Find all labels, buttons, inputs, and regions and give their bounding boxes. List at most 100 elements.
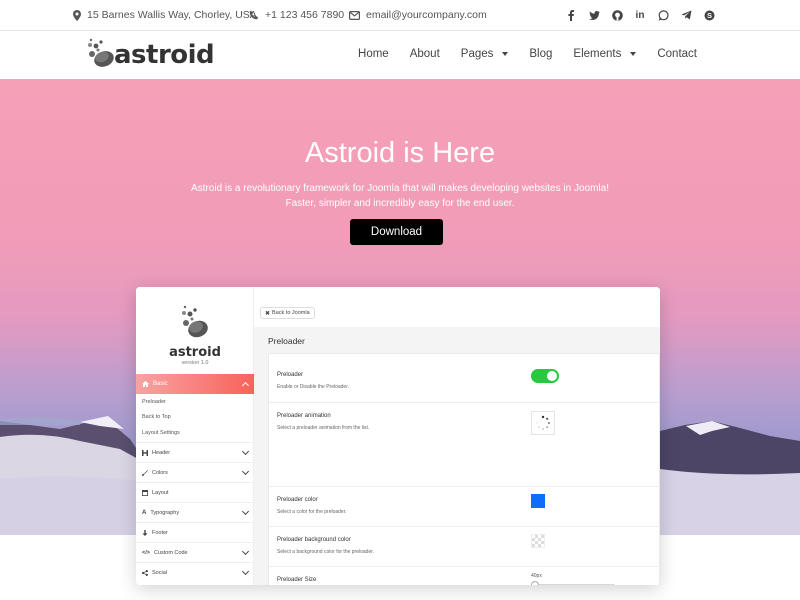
sidebar-item-label: Custom Code [153,549,188,556]
sidebar-item-footer[interactable]: Footer [136,522,254,542]
option-label: Preloader Size [277,577,317,583]
sidebar-subitem-preloader[interactable]: Preloader [142,399,166,405]
email-text: email@yourcompany.com [366,9,487,21]
phone[interactable]: +1 123 456 7890 [249,9,344,21]
size-value: 40px [531,573,542,579]
preloader-color-swatch[interactable] [531,494,545,508]
close-icon: ✖ [265,310,271,317]
option-label: Preloader background color [277,537,351,543]
option-preloader-size: Preloader Size 40px [269,566,660,585]
spinner-icon [536,415,550,430]
option-desc: Select a color for the preloader. [277,509,347,515]
nav-label: Elements [573,48,622,60]
admin-version: version 1.0 [181,360,209,366]
option-preloader: Preloader Enable or Disable the Preloade… [269,354,660,390]
size-slider-handle[interactable] [531,581,539,585]
whatsapp-icon[interactable] [656,8,670,22]
sidebar-item-typography[interactable]: A Typography [136,502,254,522]
linkedin-icon[interactable]: in [633,8,647,22]
svg-text:S: S [706,11,711,20]
size-slider[interactable] [531,584,615,585]
option-preloader-animation: Preloader animation Select a preloader a… [269,402,660,446]
site-header: astroid Home About Pages Blog Elements C… [0,31,800,79]
chevron-up-icon [241,381,250,390]
chevron-down-icon [241,507,250,516]
brush-icon [142,469,148,476]
settings-card: Preloader Enable or Disable the Preloade… [268,353,660,585]
sidebar-item-custom-code[interactable]: </> Custom Code [136,542,254,562]
asteroid-logo-icon [182,305,208,338]
envelope-icon [349,10,360,20]
sidebar-subitem-back-to-top[interactable]: Back to Top [142,414,171,420]
nav-label: Home [358,48,389,60]
nav-label: Pages [460,48,494,60]
font-icon: A [142,509,147,516]
sidebar-item-basic[interactable]: Basic [136,374,254,394]
admin-logo: astroid version 1.0 [136,305,254,366]
sidebar-item-label: Header [152,449,171,456]
sidebar-item-label: Basic [153,381,168,387]
github-icon[interactable] [610,8,624,22]
section-title: Preloader [268,336,305,346]
twitter-icon[interactable] [587,8,601,22]
chevron-down-icon [241,547,250,556]
nav-item-contact[interactable]: Contact [657,48,697,60]
nav-item-pages[interactable]: Pages [461,48,509,60]
preloader-toggle[interactable] [531,369,559,383]
phone-icon [249,10,258,20]
main-nav: Home About Pages Blog Elements Contact [337,48,697,60]
phone-text: +1 123 456 7890 [265,9,345,21]
option-label: Preloader [277,372,304,378]
caret-down-icon [502,52,509,56]
animation-select[interactable] [531,411,555,435]
admin-logo-name: astroid [169,345,221,360]
code-icon: </> [142,549,150,556]
chevron-down-icon [241,447,250,456]
sidebar-item-label: Colors [152,469,168,476]
sidebar-item-label: Social [152,569,167,576]
option-label: Preloader color [277,497,318,503]
logo-text: astroid [114,40,215,70]
admin-sidebar: astroid version 1.0 Basic Preloader Back… [136,287,254,585]
arrow-down-icon [142,529,148,536]
telegram-icon[interactable] [679,8,693,22]
back-to-joomla-button[interactable]: ✖ Back to Joomla [260,307,315,319]
option-desc: Enable or Disable the Preloader. [277,384,349,390]
nav-item-elements[interactable]: Elements [573,48,637,60]
share-icon [142,569,148,576]
asteroid-logo-icon [88,38,114,67]
nav-item-home[interactable]: Home [358,48,389,60]
download-button[interactable]: Download [350,219,443,245]
back-button-label: Back to Joomla [272,310,310,316]
chevron-down-icon [241,567,250,576]
sidebar-item-label: Footer [152,529,168,536]
email[interactable]: email@yourcompany.com [349,9,487,21]
admin-main: ✖ Back to Joomla Preloader Preloader Ena… [254,287,660,585]
nav-item-blog[interactable]: Blog [529,48,552,60]
site-logo[interactable]: astroid [86,38,215,70]
nav-label: About [409,48,440,60]
admin-panel-preview: astroid version 1.0 Basic Preloader Back… [136,287,660,585]
nav-item-about[interactable]: About [410,48,440,60]
hero-title: Astroid is Here [304,137,496,169]
layout-icon [142,489,148,496]
sidebar-item-header[interactable]: Header [136,442,254,462]
header-icon [142,449,148,456]
sidebar-item-label: Layout [152,489,169,496]
sidebar-item-label: Typography [150,509,180,516]
nav-label: Contact [657,48,697,60]
sidebar-item-layout[interactable]: Layout [136,482,254,502]
hero-subtitle: Astroid is a revolutionary framework for… [191,183,609,209]
facebook-icon[interactable] [564,8,578,22]
admin-topbar: ✖ Back to Joomla [254,287,660,327]
chevron-down-icon [241,467,250,476]
preloader-bg-color-swatch[interactable] [531,534,545,548]
option-preloader-bg-color: Preloader background color Select a back… [269,526,660,566]
sidebar-subitem-layout-settings[interactable]: Layout Settings [142,430,180,436]
sidebar-item-social[interactable]: Social [136,562,254,582]
social-links: in S [564,8,716,22]
sidebar-item-colors[interactable]: Colors [136,462,254,482]
skype-icon[interactable]: S [702,8,716,22]
option-preloader-color: Preloader color Select a color for the p… [269,486,660,526]
option-desc: Select a preloader animation from the li… [277,425,370,431]
